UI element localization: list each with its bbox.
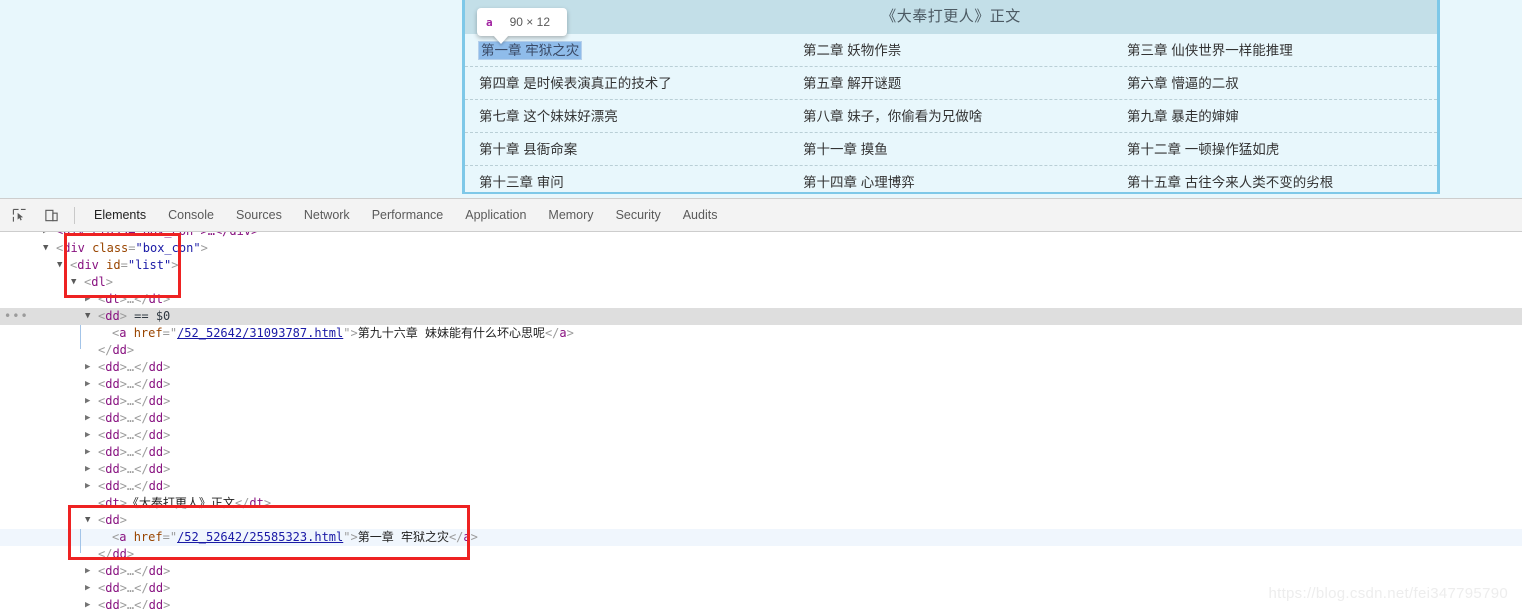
chapter-link[interactable]: 第十一章 摸鱼: [789, 133, 1113, 165]
element-inspector-tooltip: a 90 × 12: [477, 8, 567, 36]
chapter-row: 第四章 是时候表演真正的技术了 第五章 解开谜题 第六章 懵逼的二叔: [465, 67, 1437, 100]
chapter-link[interactable]: 第二章 妖物作祟: [789, 34, 1113, 66]
dom-tree-view[interactable]: ▶ <div class="box_con">…</div> ▼ <div cl…: [0, 232, 1522, 609]
rendered-web-page: 《大奉打更人》正文 第一章 牢狱之灾 第二章 妖物作祟 第三章 仙侠世界一样能推…: [0, 0, 1522, 198]
tab-sources[interactable]: Sources: [225, 199, 293, 231]
chapter-link[interactable]: 第十五章 古往今来人类不变的劣根: [1113, 166, 1437, 192]
tab-application[interactable]: Application: [454, 199, 537, 231]
chapter-link[interactable]: 第九章 暴走的婶婶: [1113, 100, 1437, 132]
dom-node-more-options[interactable]: •••: [4, 308, 29, 325]
chapter-link[interactable]: 第四章 是时候表演真正的技术了: [465, 67, 789, 99]
indent-guide: [80, 529, 81, 553]
dom-node-dd-selected[interactable]: ••• ▼ <dd> == $0: [0, 308, 1522, 325]
dom-node-clipped[interactable]: ▶ <div class="box_con">…</div>: [0, 232, 1522, 240]
devtools-toolbar: Elements Console Sources Network Perform…: [0, 199, 1522, 232]
tab-network[interactable]: Network: [293, 199, 361, 231]
dom-node-dd-collapsed[interactable]: ▶ <dd>…</dd>: [0, 461, 1522, 478]
chapter-row: 第十章 县衙命案 第十一章 摸鱼 第十二章 一顿操作猛如虎: [465, 133, 1437, 166]
dom-node-dt-novel-title[interactable]: <dt>《大奉打更人》正文</dt>: [0, 495, 1522, 512]
devtools-panel: Elements Console Sources Network Perform…: [0, 198, 1522, 609]
chapter-link-selected-text: 第一章 牢狱之灾: [479, 42, 581, 59]
dom-node-dd-collapsed[interactable]: ▶ <dd>…</dd>: [0, 393, 1522, 410]
dom-node-dd-collapsed[interactable]: ▶ <dd>…</dd>: [0, 444, 1522, 461]
chapter-row: 第七章 这个妹妹好漂亮 第八章 妹子，你偷看为兄做啥 第九章 暴走的婶婶: [465, 100, 1437, 133]
toolbar-divider: [74, 207, 75, 224]
chapter-link[interactable]: 第十二章 一顿操作猛如虎: [1113, 133, 1437, 165]
dom-node-dd-open-target[interactable]: ▼ <dd>: [0, 512, 1522, 529]
tab-performance[interactable]: Performance: [361, 199, 455, 231]
dom-node-dd-collapsed[interactable]: ▶ <dd>…</dd>: [0, 410, 1522, 427]
blog-watermark: https://blog.csdn.net/fei347795790: [1268, 585, 1508, 602]
device-toolbar-icon[interactable]: [38, 202, 64, 228]
dom-node-clipped-text: <div class="box_con">…</div>: [56, 232, 258, 238]
chapter-link[interactable]: 第三章 仙侠世界一样能推理: [1113, 34, 1437, 66]
tooltip-dimensions: 90 × 12: [510, 15, 550, 29]
chapter-row: 第一章 牢狱之灾 第二章 妖物作祟 第三章 仙侠世界一样能推理: [465, 34, 1437, 67]
tooltip-tag-name: a: [486, 16, 493, 29]
novel-title-header: 《大奉打更人》正文: [465, 0, 1437, 34]
dom-node-anchor-96[interactable]: <a href="/52_52642/31093787.html">第九十六章 …: [0, 325, 1522, 342]
device-toolbar-glyph: [44, 208, 59, 223]
chapter-link[interactable]: 第七章 这个妹妹好漂亮: [465, 100, 789, 132]
selected-node-console-ref: == $0: [134, 309, 170, 323]
dom-node-dd-close-2[interactable]: </dd>: [0, 546, 1522, 563]
inspect-element-glyph: [12, 208, 27, 223]
indent-guide: [80, 325, 81, 349]
chapter-link[interactable]: 第六章 懵逼的二叔: [1113, 67, 1437, 99]
tab-console[interactable]: Console: [157, 199, 225, 231]
chapter-link[interactable]: 第十三章 审问: [465, 166, 789, 192]
dom-node-div-list[interactable]: ▼ <div id="list">: [0, 257, 1522, 274]
dom-node-dd-collapsed[interactable]: ▶ <dd>…</dd>: [0, 359, 1522, 376]
chapter-row: 第十三章 审问 第十四章 心理博弈 第十五章 古往今来人类不变的劣根: [465, 166, 1437, 192]
tab-memory[interactable]: Memory: [537, 199, 604, 231]
page-left-gutter: [0, 0, 462, 198]
dom-node-dd-collapsed[interactable]: ▶ <dd>…</dd>: [0, 376, 1522, 393]
tab-audits[interactable]: Audits: [672, 199, 729, 231]
chapter-link[interactable]: 第十四章 心理博弈: [789, 166, 1113, 192]
dom-node-dd-collapsed[interactable]: ▶ <dd>…</dd>: [0, 563, 1522, 580]
anchor-href-chapter1[interactable]: /52_52642/25585323.html: [177, 530, 343, 544]
dom-node-dt-collapsed[interactable]: ▶ <dt>…</dt>: [0, 291, 1522, 308]
chapter-link[interactable]: 第八章 妹子，你偷看为兄做啥: [789, 100, 1113, 132]
dt-novel-title-text: 《大奉打更人》正文: [127, 496, 235, 510]
chapter-link[interactable]: 第五章 解开谜题: [789, 67, 1113, 99]
chapter-list-container: 《大奉打更人》正文 第一章 牢狱之灾 第二章 妖物作祟 第三章 仙侠世界一样能推…: [465, 0, 1437, 192]
dom-node-dd-collapsed[interactable]: ▶ <dd>…</dd>: [0, 427, 1522, 444]
chapter-link[interactable]: 第十章 县衙命案: [465, 133, 789, 165]
tab-security[interactable]: Security: [605, 199, 672, 231]
dom-node-dl[interactable]: ▼ <dl>: [0, 274, 1522, 291]
dom-node-dd-close[interactable]: </dd>: [0, 342, 1522, 359]
dl-tag-name: dl: [91, 275, 105, 289]
dom-node-box-con[interactable]: ▼ <div class="box_con">: [0, 240, 1522, 257]
dom-node-dd-collapsed[interactable]: ▶ <dd>…</dd>: [0, 478, 1522, 495]
attr-value-box-con: box_con: [143, 241, 194, 255]
dom-node-anchor-chapter1[interactable]: <a href="/52_52642/25585323.html">第一章 牢狱…: [0, 529, 1522, 546]
chapter-link[interactable]: 第一章 牢狱之灾: [465, 34, 789, 66]
anchor-text-chapter1: 第一章 牢狱之灾: [358, 530, 449, 544]
anchor-href-96[interactable]: /52_52642/31093787.html: [177, 326, 343, 340]
anchor-text-96: 第九十六章 妹妹能有什么坏心思呢: [358, 326, 545, 340]
attr-value-list-id: list: [135, 258, 164, 272]
tab-elements[interactable]: Elements: [83, 199, 157, 231]
inspect-element-icon[interactable]: [6, 202, 32, 228]
